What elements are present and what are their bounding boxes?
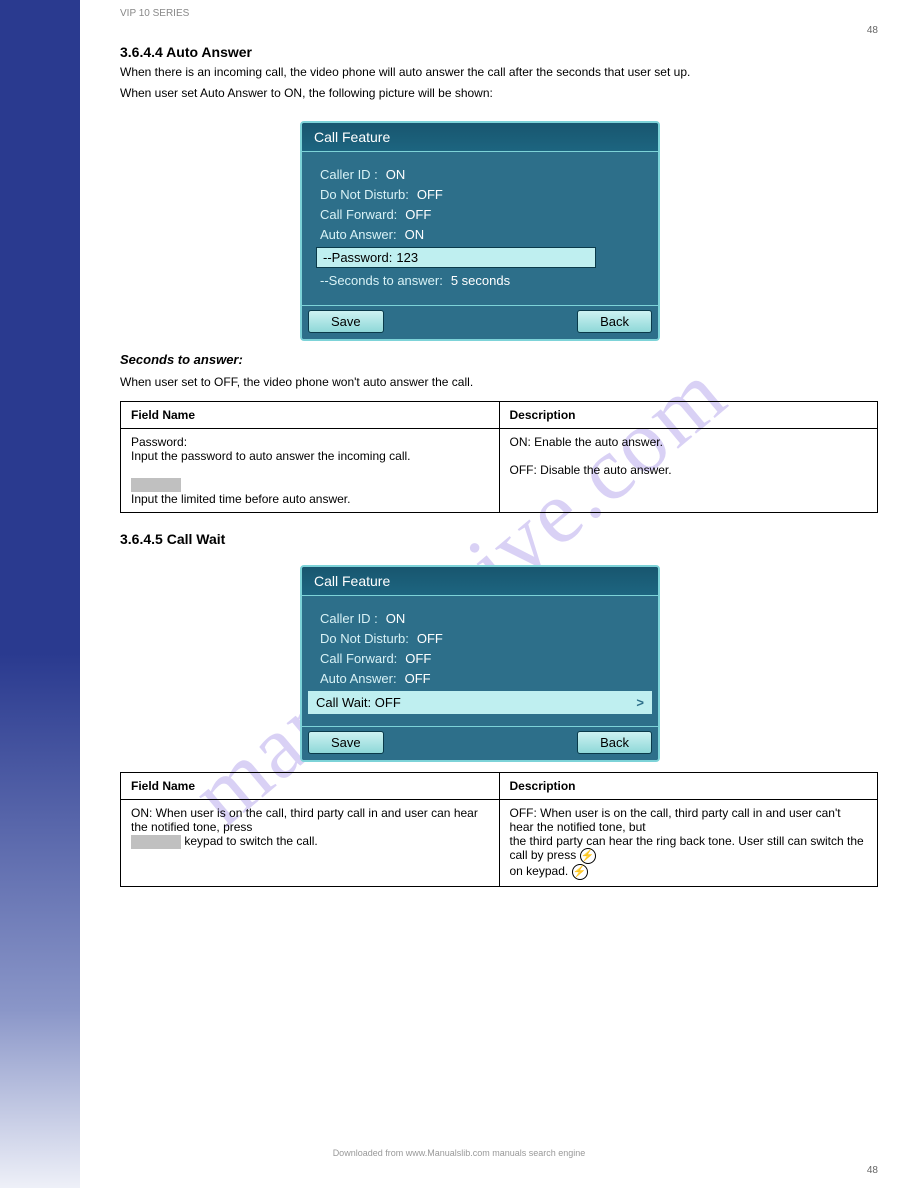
save-button-2[interactable]: Save: [308, 731, 384, 754]
table2-header-1: Field Name: [121, 772, 500, 799]
label2-call-forward: Call Forward:: [320, 651, 397, 666]
value-caller-id: ON: [386, 167, 406, 182]
row2-auto-answer: Auto Answer: OFF: [320, 671, 640, 686]
back-button-2[interactable]: Back: [577, 731, 652, 754]
description-table-2: Field Name Description ON: When user is …: [120, 772, 878, 887]
table1-cell-1: Password: Input the password to auto ans…: [121, 429, 500, 513]
table1-header-1: Field Name: [121, 402, 500, 429]
row2-call-wait[interactable]: Call Wait: OFF >: [308, 691, 652, 714]
table1-header-2: Description: [499, 402, 878, 429]
label-seconds: --Seconds to answer:: [320, 273, 443, 288]
value-seconds: 5 seconds: [451, 273, 510, 288]
label-password: --Password:: [323, 250, 392, 265]
row-dnd: Do Not Disturb: OFF: [320, 187, 640, 202]
value-dnd: OFF: [417, 187, 443, 202]
page-number-top: 48: [120, 25, 878, 36]
row2-caller-id: Caller ID : ON: [320, 611, 640, 626]
value2-call-forward: OFF: [405, 651, 431, 666]
save-button[interactable]: Save: [308, 310, 384, 333]
value2-call-wait: OFF: [375, 695, 401, 710]
section-heading: 3.6.4.4 Auto Answer: [120, 44, 878, 60]
table1-cell-2: ON: Enable the auto answer. OFF: Disable…: [499, 429, 878, 513]
note-heading: Seconds to answer:: [120, 352, 243, 367]
label2-dnd: Do Not Disturb:: [320, 631, 409, 646]
page-number-bottom: 48: [867, 1165, 878, 1176]
gray-placeholder-icon: [131, 478, 181, 492]
intro-line-2: When user set Auto Answer to ON, the fol…: [120, 85, 878, 102]
table2-cell-1: ON: When user is on the call, third part…: [121, 799, 500, 886]
password-input[interactable]: [396, 250, 456, 265]
gray-placeholder-icon-2: [131, 835, 181, 849]
value2-auto-answer: OFF: [405, 671, 431, 686]
back-button[interactable]: Back: [577, 310, 652, 333]
value2-caller-id: ON: [386, 611, 406, 626]
value-call-forward: OFF: [405, 207, 431, 222]
call-feature-panel-1: Call Feature Caller ID : ON Do Not Distu…: [300, 121, 660, 341]
row-caller-id: Caller ID : ON: [320, 167, 640, 182]
label2-auto-answer: Auto Answer:: [320, 671, 397, 686]
note-body: When user set to OFF, the video phone wo…: [120, 374, 878, 391]
row-call-forward: Call Forward: OFF: [320, 207, 640, 222]
table2-header-2: Description: [499, 772, 878, 799]
flash-icon: ⚡: [580, 848, 596, 864]
label-call-forward: Call Forward:: [320, 207, 397, 222]
value2-dnd: OFF: [417, 631, 443, 646]
panel2-title: Call Feature: [302, 567, 658, 596]
row2-dnd: Do Not Disturb: OFF: [320, 631, 640, 646]
flash-icon-2: ⚡: [572, 864, 588, 880]
label-auto-answer: Auto Answer:: [320, 227, 397, 242]
left-stripe: [0, 0, 80, 1188]
label2-caller-id: Caller ID :: [320, 611, 378, 626]
label2-call-wait: Call Wait:: [316, 695, 371, 710]
chevron-right-icon[interactable]: >: [636, 695, 644, 710]
section2-heading: 3.6.4.5 Call Wait: [120, 531, 878, 547]
label-dnd: Do Not Disturb:: [320, 187, 409, 202]
description-table-1: Field Name Description Password: Input t…: [120, 401, 878, 513]
row2-call-forward: Call Forward: OFF: [320, 651, 640, 666]
label-caller-id: Caller ID :: [320, 167, 378, 182]
call-feature-panel-2: Call Feature Caller ID : ON Do Not Distu…: [300, 565, 660, 762]
footer-text: Downloaded from www.Manualslib.com manua…: [333, 1148, 586, 1158]
row-seconds-to-answer: --Seconds to answer: 5 seconds: [320, 273, 640, 288]
table2-cell-2: OFF: When user is on the call, third par…: [499, 799, 878, 886]
intro-line-1: When there is an incoming call, the vide…: [120, 64, 878, 81]
row-auto-answer: Auto Answer: ON: [320, 227, 640, 242]
doc-header: VIP 10 SERIES: [120, 8, 878, 19]
row-password[interactable]: --Password:: [316, 247, 596, 268]
panel-title: Call Feature: [302, 123, 658, 152]
value-auto-answer: ON: [405, 227, 425, 242]
